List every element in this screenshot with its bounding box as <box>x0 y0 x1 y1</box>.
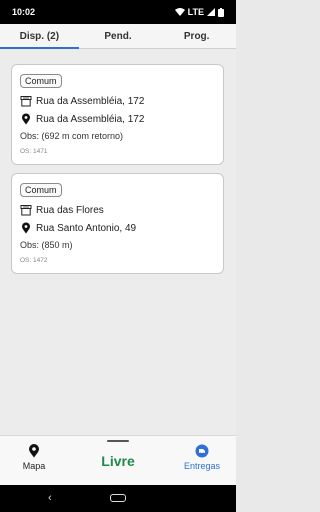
system-home-button[interactable] <box>110 494 126 502</box>
destination-address: Rua Santo Antonio, 49 <box>36 222 137 234</box>
nav-mapa[interactable]: Mapa <box>14 444 54 471</box>
category-chip: Comum <box>20 74 62 88</box>
battery-icon <box>218 7 224 17</box>
map-pin-icon <box>29 444 39 458</box>
destination-address: Rua da Assembléia, 172 <box>36 113 145 125</box>
delivery-icon <box>195 444 209 458</box>
destination-row: Rua da Assembléia, 172 <box>20 113 215 125</box>
tab-prog-label: Prog. <box>183 30 210 42</box>
store-icon <box>20 205 32 216</box>
wifi-icon <box>174 8 185 16</box>
order-number: OS: 1471 <box>20 148 48 155</box>
origin-address: Rua da Assembléia, 172 <box>36 95 145 107</box>
nav-entregas-label: Entregas <box>183 461 221 471</box>
order-number: OS: 1472 <box>20 257 48 264</box>
nav-entregas[interactable]: Entregas <box>176 444 228 471</box>
origin-row: Rua das Flores <box>20 204 215 216</box>
system-navigation-bar: ‹ <box>0 485 236 512</box>
delivery-card[interactable]: Comum Rua da Assembléia, 172 Rua da Asse… <box>11 64 224 165</box>
availability-status[interactable]: Livre <box>88 453 148 469</box>
delivery-list: Comum Rua da Assembléia, 172 Rua da Asse… <box>0 49 236 435</box>
drag-handle[interactable] <box>107 440 129 442</box>
location-pin-icon <box>22 222 30 234</box>
delivery-card[interactable]: Comum Rua das Flores Rua Santo Antonio, … <box>11 173 224 274</box>
destination-row: Rua Santo Antonio, 49 <box>20 222 215 234</box>
network-label: LTE <box>187 7 204 17</box>
location-pin-icon <box>22 113 30 125</box>
tab-disp[interactable]: Disp. (2) <box>0 24 79 49</box>
tab-pend[interactable]: Pend. <box>79 24 158 48</box>
tab-disp-label: Disp. (2) <box>19 30 60 42</box>
bottom-navigation: Mapa Livre Entregas <box>0 435 236 486</box>
origin-row: Rua da Assembléia, 172 <box>20 95 215 107</box>
observation-text: Obs: (692 m com retorno) <box>20 131 124 141</box>
nav-mapa-label: Mapa <box>22 461 46 471</box>
tab-pend-label: Pend. <box>104 30 132 42</box>
tab-bar: Disp. (2) Pend. Prog. <box>0 24 236 49</box>
tab-prog[interactable]: Prog. <box>157 24 236 48</box>
system-back-button[interactable]: ‹ <box>48 492 52 504</box>
status-bar: 10:02 LTE <box>0 0 236 24</box>
observation-text: Obs: (850 m) <box>20 240 73 250</box>
signal-icon <box>207 8 215 16</box>
status-icons: LTE <box>174 7 224 17</box>
category-chip: Comum <box>20 183 62 197</box>
status-time: 10:02 <box>12 7 36 17</box>
store-icon <box>20 96 32 107</box>
origin-address: Rua das Flores <box>36 204 104 216</box>
